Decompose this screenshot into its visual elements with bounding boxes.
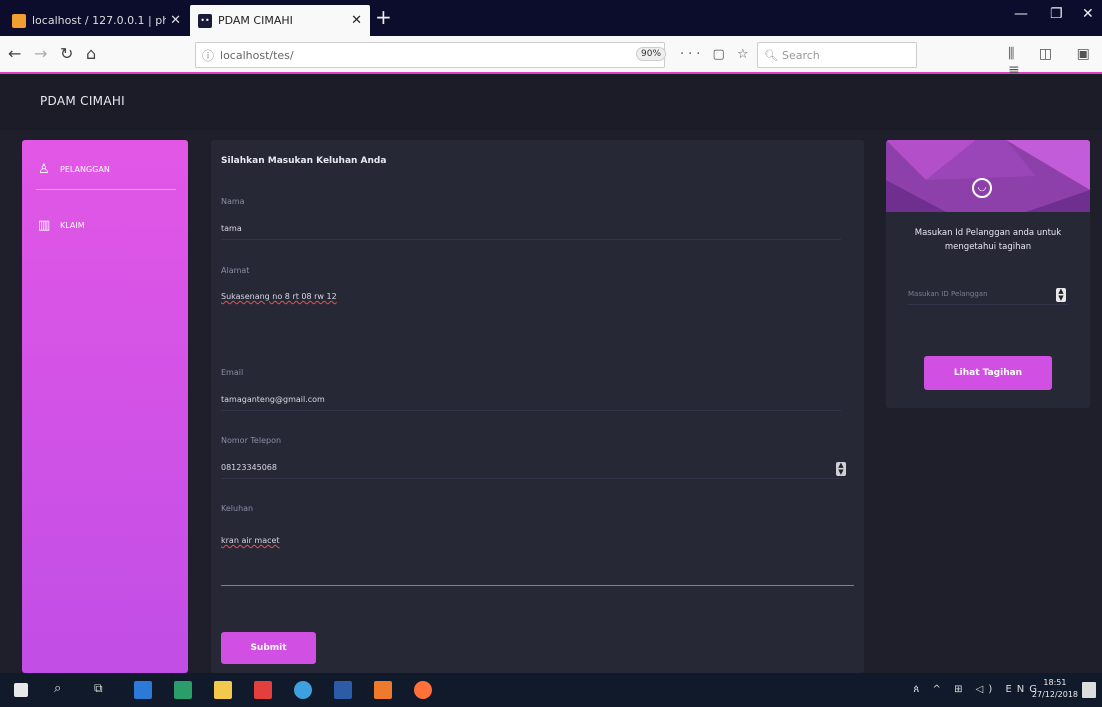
windows-taskbar: ⌕ ⧉ ጰ ^ ⊞ ◁) ENG 18:51 27/12/2018 (0, 673, 1102, 707)
app-icon[interactable] (254, 681, 272, 699)
tab-title: PDAM CIMAHI (218, 14, 293, 27)
tab-pdam-cimahi[interactable]: •• PDAM CIMAHI ✕ (190, 5, 370, 36)
app-icon[interactable] (374, 681, 392, 699)
word-icon[interactable] (334, 681, 352, 699)
phone-field[interactable]: 08123345068 (221, 463, 841, 479)
customer-id-input[interactable]: Masukan ID Pelanggan (908, 290, 1068, 305)
user-icon: ♙ (38, 162, 50, 177)
url-text: localhost/tes/ (220, 48, 294, 62)
address-field[interactable]: Sukasenang no 8 rt 08 rw 12 (221, 292, 841, 354)
tab-phpmyadmin[interactable]: localhost / 127.0.0.1 | phpMy... ✕ (4, 5, 189, 36)
complaint-value: kran air macet (221, 536, 280, 545)
close-window-icon[interactable]: ✕ (1082, 6, 1094, 22)
edge-icon[interactable] (134, 681, 152, 699)
brand-title[interactable]: PDAM CIMAHI (40, 94, 125, 108)
zoom-level[interactable]: 90% (636, 47, 667, 61)
restore-icon[interactable]: ❐ (1050, 6, 1063, 22)
close-tab-icon[interactable]: ✕ (170, 13, 181, 28)
email-label: Email (221, 368, 244, 377)
system-tray[interactable]: ጰ ^ ⊞ ◁) ENG (913, 684, 1042, 695)
phpmyadmin-favicon-icon (12, 13, 26, 28)
store-icon[interactable] (214, 681, 232, 699)
app-icon[interactable] (174, 681, 192, 699)
sidebar-item-klaim[interactable]: ▥ KLAIM (38, 218, 85, 233)
url-bar[interactable]: ⓘ localhost/tes/ (195, 42, 665, 68)
sidebar-item-label: KLAIM (60, 221, 85, 230)
chevron-up-icon[interactable]: ^ (933, 684, 946, 695)
address-label: Alamat (221, 266, 250, 275)
search-input[interactable]: 🔍︎ Search (757, 42, 917, 68)
browser-tab-bar: localhost / 127.0.0.1 | phpMy... ✕ •• PD… (0, 0, 1102, 36)
form-title: Silahkan Masukan Keluhan Anda (221, 156, 387, 166)
name-field[interactable]: tama (221, 224, 841, 240)
email-field[interactable]: tamaganteng@gmail.com (221, 395, 841, 411)
customer-id-stepper-icon[interactable]: ▲ ▼ (1056, 288, 1066, 302)
tab-title: localhost / 127.0.0.1 | phpMy... (32, 14, 167, 27)
close-tab-icon[interactable]: ✕ (351, 13, 362, 28)
page-actions[interactable]: ··· ▢ ☆ (680, 47, 753, 62)
clock-time: 18:51 (1043, 678, 1067, 687)
app-header: PDAM CIMAHI (0, 74, 1102, 130)
search-icon[interactable]: ⌕ (54, 681, 72, 699)
phone-label: Nomor Telepon (221, 436, 282, 445)
search-icon: 🔍︎ (764, 48, 778, 62)
back-icon[interactable]: ← (8, 44, 21, 63)
system-clock[interactable]: 18:51 27/12/2018 (1032, 677, 1078, 701)
name-label: Nama (221, 197, 245, 206)
firefox-icon[interactable] (414, 681, 432, 699)
textarea-focus-line (221, 585, 854, 586)
smile-icon: ◡ (972, 178, 992, 198)
network-icon[interactable]: ⊞ (954, 684, 967, 695)
chart-icon: ▥ (38, 218, 51, 233)
home-icon[interactable]: ⌂ (86, 44, 96, 63)
complaint-label: Keluhan (221, 504, 254, 513)
chrome-icon[interactable] (294, 681, 312, 699)
sidebar-item-pelanggan[interactable]: ♙ PELANGGAN (38, 162, 110, 177)
windows-start-icon[interactable] (14, 683, 28, 697)
info-icon[interactable]: ⓘ (202, 47, 214, 64)
task-view-icon[interactable]: ⧉ (94, 681, 112, 699)
sidebar: ♙ PELANGGAN ▥ KLAIM (22, 140, 188, 673)
browser-nav-bar: ← → ↻ ⌂ ⓘ localhost/tes/ 90% ··· ▢ ☆ 🔍︎ … (0, 36, 1102, 78)
volume-icon[interactable]: ◁) (976, 684, 998, 695)
site-favicon-icon: •• (198, 13, 212, 28)
search-placeholder: Search (781, 48, 820, 62)
bill-card-header: ◡ (886, 140, 1090, 212)
header-pattern (886, 140, 1090, 212)
people-icon[interactable]: ጰ (913, 684, 924, 695)
submit-button[interactable]: Submit (221, 632, 316, 664)
complaint-form-card: Silahkan Masukan Keluhan Anda Nama tama … (211, 140, 864, 673)
clock-date: 27/12/2018 (1031, 690, 1078, 699)
bill-lookup-card: ◡ Masukan Id Pelanggan anda untuk menget… (886, 140, 1090, 408)
forward-icon[interactable]: → (34, 44, 47, 63)
minimize-icon[interactable]: — (1014, 6, 1028, 22)
sidebar-item-label: PELANGGAN (60, 165, 110, 174)
complaint-field[interactable]: kran air macet (221, 536, 841, 551)
phone-stepper-icon[interactable]: ▲ ▼ (836, 462, 846, 476)
address-value: Sukasenang no 8 rt 08 rw 12 (221, 292, 337, 301)
reload-icon[interactable]: ↻ (60, 44, 73, 63)
sidebar-divider (36, 189, 176, 190)
new-tab-icon[interactable]: + (375, 6, 392, 28)
view-bill-button[interactable]: Lihat Tagihan (924, 356, 1052, 390)
bill-instruction: Masukan Id Pelanggan anda untuk mengetah… (914, 228, 1062, 252)
notification-icon[interactable] (1082, 682, 1096, 698)
